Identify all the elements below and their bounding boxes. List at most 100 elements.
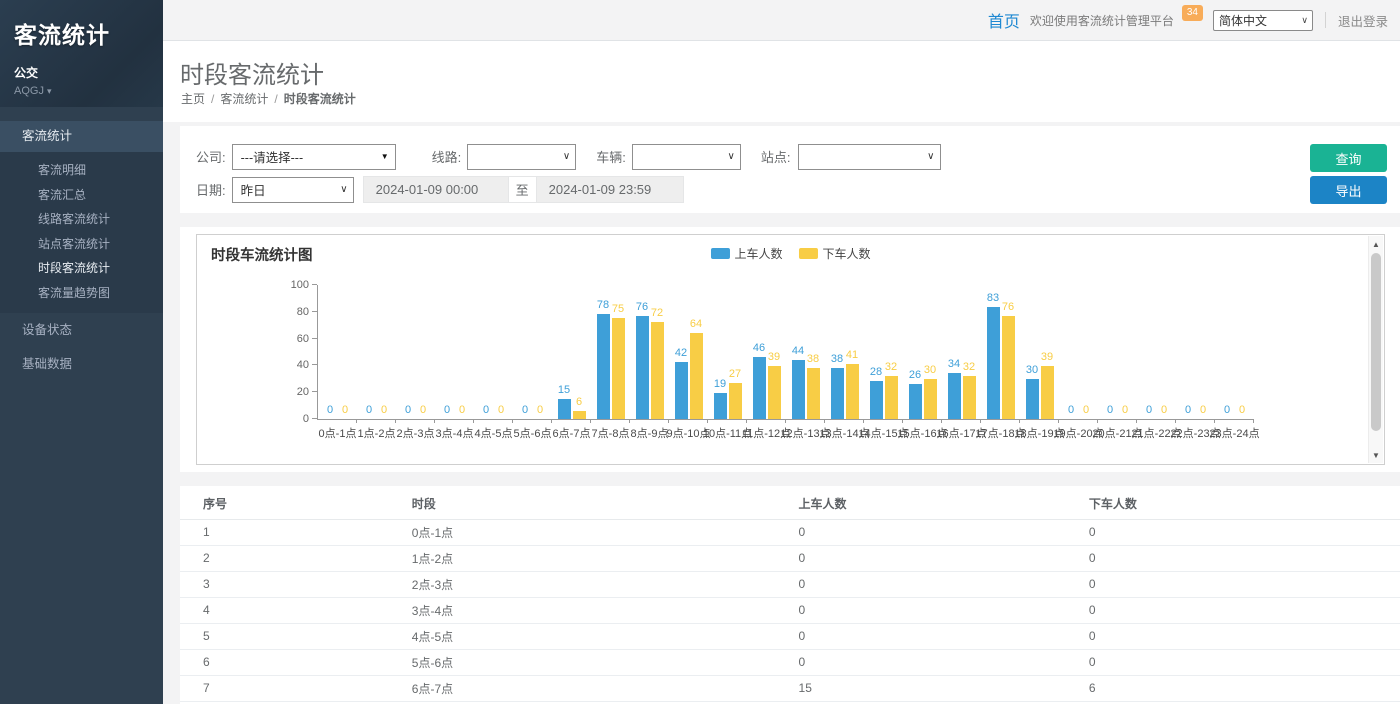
- sidebar-subitem[interactable]: 站点客流统计: [0, 232, 163, 257]
- scroll-thumb[interactable]: [1371, 253, 1381, 431]
- date-from-input[interactable]: 2024-01-09 00:00: [363, 176, 509, 203]
- table-cell: 15: [799, 675, 1089, 701]
- scroll-up-icon[interactable]: ▲: [1369, 237, 1383, 251]
- bar: [636, 316, 649, 419]
- sidebar-item-device-status[interactable]: 设备状态: [0, 313, 163, 347]
- chart-scrollbar[interactable]: ▲ ▼: [1368, 236, 1383, 463]
- chart-bars: 000点-1点001点-2点002点-3点003点-4点004点-5点005点-…: [318, 285, 1254, 419]
- bar: [963, 376, 976, 419]
- bar-group: 0019点-20点: [1059, 285, 1098, 419]
- bar-value-label: 78: [597, 300, 609, 311]
- bar: [1041, 366, 1054, 419]
- bar-value-label: 0: [1122, 405, 1128, 416]
- user-dropdown[interactable]: AQGJ ▾: [14, 85, 149, 97]
- bar-group: 004点-5点: [474, 285, 513, 419]
- col-header-boarding: 上车人数: [799, 488, 1089, 519]
- bar-group: 303918点-19点: [1020, 285, 1059, 419]
- breadcrumb: 主页/客流统计/时段客流统计: [181, 90, 356, 107]
- notification-badge: 34: [1182, 5, 1203, 21]
- bar-value-label: 32: [885, 362, 897, 373]
- legend-boarding[interactable]: 上车人数: [710, 245, 782, 262]
- bar-group: 443812点-13点: [786, 285, 825, 419]
- sidebar-subitem[interactable]: 客流量趋势图: [0, 281, 163, 306]
- x-axis-label: 0点-1点: [319, 425, 357, 441]
- scroll-down-icon[interactable]: ▼: [1369, 448, 1383, 462]
- bar: [987, 307, 1000, 419]
- table-cell: 0: [1089, 623, 1400, 649]
- breadcrumb-separator: /: [211, 92, 214, 106]
- table-cell: 0: [799, 519, 1089, 545]
- logout-link[interactable]: 退出登录: [1338, 11, 1388, 30]
- vehicle-select[interactable]: ∨: [632, 144, 741, 170]
- brand-block: 客流统计 公交 AQGJ ▾: [0, 0, 163, 107]
- bar-value-label: 30: [924, 365, 936, 376]
- bar-value-label: 38: [807, 354, 819, 365]
- date-to-input[interactable]: 2024-01-09 23:59: [536, 176, 684, 203]
- chevron-down-icon: ∨: [563, 151, 570, 162]
- bar-group: 192710点-11点: [708, 285, 747, 419]
- sidebar-item-passenger-stats[interactable]: 客流统计: [0, 121, 163, 152]
- line-select[interactable]: ∨: [467, 144, 576, 170]
- bar: [1002, 316, 1015, 419]
- legend-swatch-alighting: [799, 248, 818, 259]
- bar-value-label: 0: [366, 405, 372, 416]
- bar-value-label: 0: [1185, 405, 1191, 416]
- col-header-alighting: 下车人数: [1089, 488, 1400, 519]
- bar-group: 78757点-8点: [591, 285, 630, 419]
- station-select[interactable]: ∨: [798, 144, 941, 170]
- bar-value-label: 0: [1083, 405, 1089, 416]
- station-label: 站点:: [761, 147, 791, 166]
- bar-group: 005点-6点: [513, 285, 552, 419]
- home-link[interactable]: 首页: [988, 8, 1020, 32]
- y-axis-label: 80: [297, 306, 309, 318]
- bar-value-label: 44: [792, 346, 804, 357]
- export-button[interactable]: 导出: [1310, 176, 1387, 204]
- line-label: 线路:: [432, 147, 462, 166]
- company-select[interactable]: ---请选择---▼: [232, 144, 396, 170]
- sidebar-subitem[interactable]: 时段客流统计: [0, 256, 163, 281]
- sidebar-subitem[interactable]: 线路客流统计: [0, 207, 163, 232]
- chart-title: 时段车流统计图: [211, 244, 313, 265]
- bar-value-label: 42: [675, 348, 687, 359]
- sidebar-item-base-data[interactable]: 基础数据: [0, 347, 163, 381]
- bar-value-label: 39: [1041, 352, 1053, 363]
- bar-value-label: 30: [1026, 365, 1038, 376]
- bar-group: 000点-1点: [318, 285, 357, 419]
- content-area: 公司: ---请选择---▼ 线路: ∨ 车辆: ∨ 站点: ∨ 日期: 昨日∨…: [163, 122, 1400, 704]
- org-label: 公交: [14, 64, 149, 81]
- breadcrumb-home[interactable]: 主页: [181, 92, 205, 106]
- bar-value-label: 38: [831, 354, 843, 365]
- bar-group: 0022点-23点: [1176, 285, 1215, 419]
- legend-label-alighting: 下车人数: [823, 245, 871, 262]
- table-cell: 2点-3点: [412, 571, 799, 597]
- query-button[interactable]: 查询: [1310, 144, 1387, 172]
- bar-value-label: 0: [342, 405, 348, 416]
- bar: [612, 318, 625, 419]
- sidebar-subitem[interactable]: 客流明细: [0, 158, 163, 183]
- bar: [729, 383, 742, 419]
- table-row: 43点-4点00: [180, 597, 1400, 623]
- bar-value-label: 39: [768, 352, 780, 363]
- topbar-divider: [1325, 12, 1326, 28]
- legend-alighting[interactable]: 下车人数: [799, 245, 871, 262]
- sidebar: 客流统计 公交 AQGJ ▾ 客流统计 客流明细客流汇总线路客流统计站点客流统计…: [0, 0, 163, 704]
- sidebar-subitem[interactable]: 客流汇总: [0, 183, 163, 208]
- table-row: 65点-6点00: [180, 649, 1400, 675]
- y-axis-label: 40: [297, 359, 309, 371]
- table-cell: 6: [1089, 675, 1400, 701]
- breadcrumb-item[interactable]: 客流统计: [220, 92, 268, 106]
- table-cell: 0点-1点: [412, 519, 799, 545]
- table-cell: 1点-2点: [412, 545, 799, 571]
- date-preset-select[interactable]: 昨日∨: [232, 177, 354, 203]
- table-row: 32点-3点00: [180, 571, 1400, 597]
- x-axis-label: 8点-9点: [631, 425, 669, 441]
- user-name: AQGJ: [14, 85, 44, 97]
- filter-row-1: 公司: ---请选择---▼ 线路: ∨ 车辆: ∨ 站点: ∨: [180, 143, 1400, 170]
- x-axis-label: 2点-3点: [397, 425, 435, 441]
- bar-value-label: 0: [498, 405, 504, 416]
- bar: [807, 368, 820, 419]
- bar-group: 003点-4点: [435, 285, 474, 419]
- x-axis-label: 3点-4点: [436, 425, 474, 441]
- language-select[interactable]: 简体中文 ∨: [1213, 10, 1313, 31]
- table-cell: 0: [1089, 649, 1400, 675]
